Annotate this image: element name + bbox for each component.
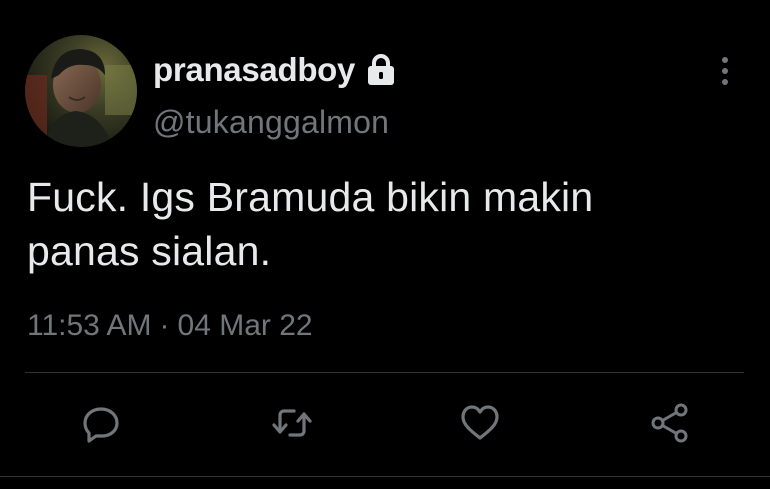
retweet-icon — [270, 401, 314, 450]
divider — [25, 372, 744, 373]
display-name[interactable]: pranasadboy — [153, 51, 355, 89]
tweet-detail: pranasadboy @tukanggalmon Fuck. Igs Bram… — [0, 0, 770, 489]
avatar[interactable] — [25, 35, 137, 147]
user-handle[interactable]: @tukanggalmon — [153, 104, 389, 141]
tweet-time: 11:53 AM — [27, 309, 152, 342]
more-vertical-icon[interactable] — [712, 54, 738, 88]
display-name-row: pranasadboy — [153, 50, 399, 90]
reply-button[interactable] — [79, 403, 123, 447]
tweet-date: 04 Mar 22 — [177, 309, 313, 342]
like-button[interactable] — [458, 403, 502, 447]
tweet-text: Fuck. Igs Bramuda bikin makin panas sial… — [27, 170, 727, 278]
tweet-actions — [0, 403, 770, 447]
share-button[interactable] — [648, 403, 692, 447]
tweet-text-line-1: Fuck. Igs Bramuda bikin makin — [27, 174, 594, 220]
tweet-text-line-2: panas sialan. — [27, 228, 272, 274]
retweet-button[interactable] — [270, 403, 314, 447]
lock-icon — [363, 52, 399, 88]
reply-icon — [79, 401, 123, 450]
meta-separator: · — [159, 309, 170, 342]
bottom-divider — [0, 476, 770, 477]
heart-icon — [458, 401, 502, 450]
tweet-timestamp[interactable]: 11:53 AM · 04 Mar 22 — [27, 309, 313, 343]
share-icon — [648, 401, 692, 450]
avatar-image — [25, 35, 137, 147]
